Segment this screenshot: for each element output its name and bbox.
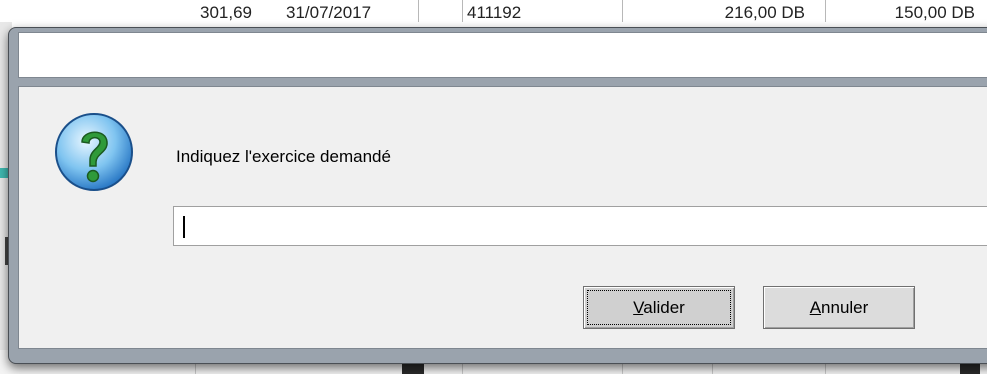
background-cell: 411192 (462, 0, 617, 22)
text-caret (183, 216, 185, 238)
dialog-prompt: Indiquez l'exercice demandé (176, 147, 391, 166)
background-cell: 216,00 DB (622, 0, 817, 22)
background-cell: 31/07/2017 (286, 3, 372, 22)
exercice-input[interactable] (173, 206, 987, 246)
annuler-mnemonic: A (809, 298, 822, 317)
background-row: 301,69 31/07/2017 411192 216,00 DB 150,0… (0, 0, 987, 22)
dialog-title-bar[interactable] (18, 32, 987, 78)
question-icon (55, 113, 133, 191)
background-cell (418, 0, 465, 22)
valider-label: alider (643, 298, 685, 317)
valider-button[interactable]: Valider (583, 286, 735, 329)
annuler-label: nnuler (821, 298, 869, 317)
background-cell: 150,00 DB (825, 0, 987, 22)
valider-mnemonic: V (633, 298, 644, 317)
annuler-button[interactable]: Annuler (763, 286, 915, 329)
background-cell: 301,69 (200, 3, 252, 22)
